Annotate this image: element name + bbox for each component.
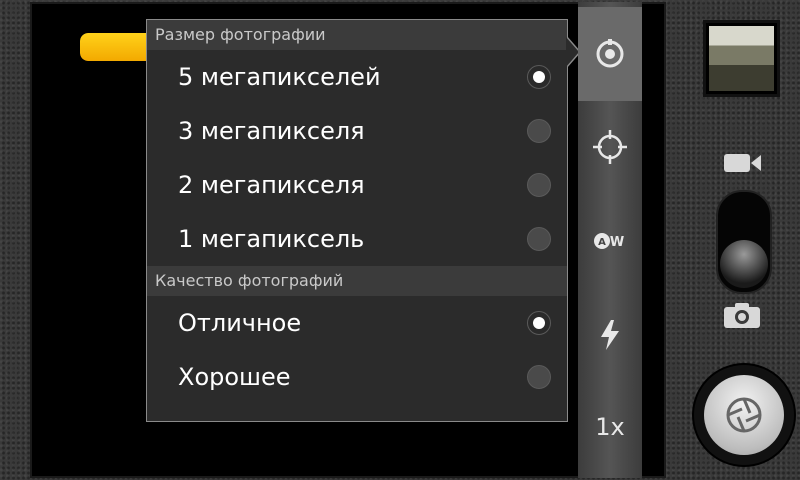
option-2mp[interactable]: 2 мегапикселя: [147, 158, 567, 212]
radio-button[interactable]: [527, 119, 551, 143]
radio-button[interactable]: [527, 227, 551, 251]
option-3mp[interactable]: 3 мегапикселя: [147, 104, 567, 158]
radio-button[interactable]: [527, 365, 551, 389]
option-label: 5 мегапикселей: [178, 63, 381, 91]
thumbnail-image: [709, 26, 774, 91]
shutter-button-face[interactable]: [704, 375, 784, 455]
settings-button[interactable]: [578, 7, 642, 101]
flash-mode-button[interactable]: [578, 288, 642, 382]
option-label: 1 мегапиксель: [178, 225, 365, 253]
option-5mp[interactable]: 5 мегапикселей: [147, 50, 567, 104]
radio-button[interactable]: [527, 311, 551, 335]
white-balance-button[interactable]: A W: [578, 194, 642, 288]
section-header-photo-size: Размер фотографии: [147, 20, 567, 50]
radio-button[interactable]: [527, 173, 551, 197]
camera-settings-rail: A W 1x: [578, 2, 642, 478]
aperture-icon: [726, 397, 762, 433]
focus-mode-button[interactable]: [578, 100, 642, 194]
option-label: 2 мегапикселя: [178, 171, 365, 199]
option-quality-excellent[interactable]: Отличное: [147, 296, 567, 350]
focus-icon: [593, 130, 627, 164]
shutter-button[interactable]: [694, 365, 794, 465]
white-balance-auto-icon: A W: [594, 233, 624, 250]
zoom-level-label: 1x: [595, 413, 625, 441]
last-photo-thumbnail[interactable]: [703, 20, 780, 97]
svg-text:A: A: [598, 237, 606, 248]
flash-auto-icon: [601, 320, 619, 350]
camera-video-mode-switch[interactable]: [716, 190, 772, 294]
settings-menu: Размер фотографии 5 мегапикселей 3 мегап…: [146, 19, 568, 422]
option-label: 3 мегапикселя: [178, 117, 365, 145]
svg-text:W: W: [610, 235, 624, 250]
settings-icon: [596, 39, 624, 68]
photo-camera-icon: [724, 303, 760, 328]
mode-switch-knob[interactable]: [720, 240, 768, 288]
video-camera-icon: [724, 154, 761, 172]
section-header-photo-quality: Качество фотографий: [147, 266, 567, 296]
option-1mp[interactable]: 1 мегапиксель: [147, 212, 567, 266]
radio-button[interactable]: [527, 65, 551, 89]
option-label: Отличное: [178, 309, 302, 337]
option-quality-good[interactable]: Хорошее: [147, 350, 567, 404]
option-label: Хорошее: [178, 363, 291, 391]
zoom-button[interactable]: 1x: [578, 380, 642, 474]
